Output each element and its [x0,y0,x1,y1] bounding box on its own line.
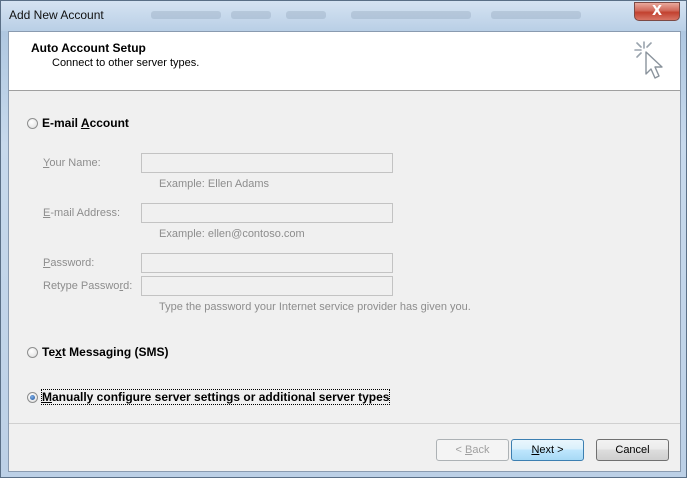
wizard-body: E-mail Account Your Name: Example: Ellen… [9,91,680,423]
label-accelerator: A [80,116,90,130]
label-part: ack [472,444,490,456]
next-button[interactable]: Next > [511,439,584,461]
label-part: our Name: [49,157,101,169]
email-account-label[interactable]: E-mail Account [42,116,129,130]
page-subtitle: Connect to other server types. [52,57,200,69]
background-blur [491,11,581,19]
label-part: < [455,444,465,456]
your-name-label: Your Name: [43,157,101,169]
page-title: Auto Account Setup [31,41,146,55]
cancel-button[interactable]: Cancel [596,439,669,461]
your-name-example: Example: Ellen Adams [159,178,270,190]
label-accelerator: M [42,390,52,404]
label-part: assword: [50,257,95,269]
label-part: Te [42,345,56,359]
label-part: ccount [89,116,129,130]
add-new-account-dialog: Add New Account X Auto Account Setup Con… [0,0,687,478]
background-blur [231,11,271,19]
text-messaging-label[interactable]: Text Messaging (SMS) [42,345,169,359]
close-button[interactable]: X [634,2,680,21]
manual-config-label[interactable]: Manually configure server settings or ad… [40,389,391,405]
close-icon: X [651,4,663,19]
label-part: -mail Address: [50,207,121,219]
background-blur [151,11,221,19]
wizard-header: Auto Account Setup Connect to other serv… [9,32,680,91]
window-title: Add New Account [9,8,104,22]
manual-config-radio[interactable] [27,392,38,403]
email-address-example: Example: ellen@contoso.com [159,228,305,240]
back-button[interactable]: < Back [436,439,509,461]
label-part: d: [123,280,133,292]
click-cursor-icon [634,41,663,79]
wizard-footer: < Back Next > Cancel [9,423,680,471]
label-part: E-mail [42,116,81,130]
dialog-content: Auto Account Setup Connect to other serv… [8,31,681,472]
background-blur [286,11,326,19]
text-messaging-radio[interactable] [27,347,38,358]
label-part: Retype Passwo [43,280,120,292]
password-label: Password: [43,257,94,269]
your-name-input[interactable] [141,153,393,173]
retype-password-label: Retype Password: [43,280,132,292]
password-hint: Type the password your Internet service … [159,301,471,313]
label-accelerator: x [55,345,62,359]
password-input[interactable] [141,253,393,273]
title-bar[interactable]: Add New Account X [1,1,686,31]
label-part: t Messaging (SMS) [61,345,169,359]
retype-password-input[interactable] [141,276,393,296]
background-blur [351,11,471,19]
label-part: ext > [539,444,564,456]
email-account-radio[interactable] [27,118,38,129]
email-address-input[interactable] [141,203,393,223]
label-part: anually configure server settings or add… [52,390,390,404]
email-address-label: E-mail Address: [43,207,120,219]
